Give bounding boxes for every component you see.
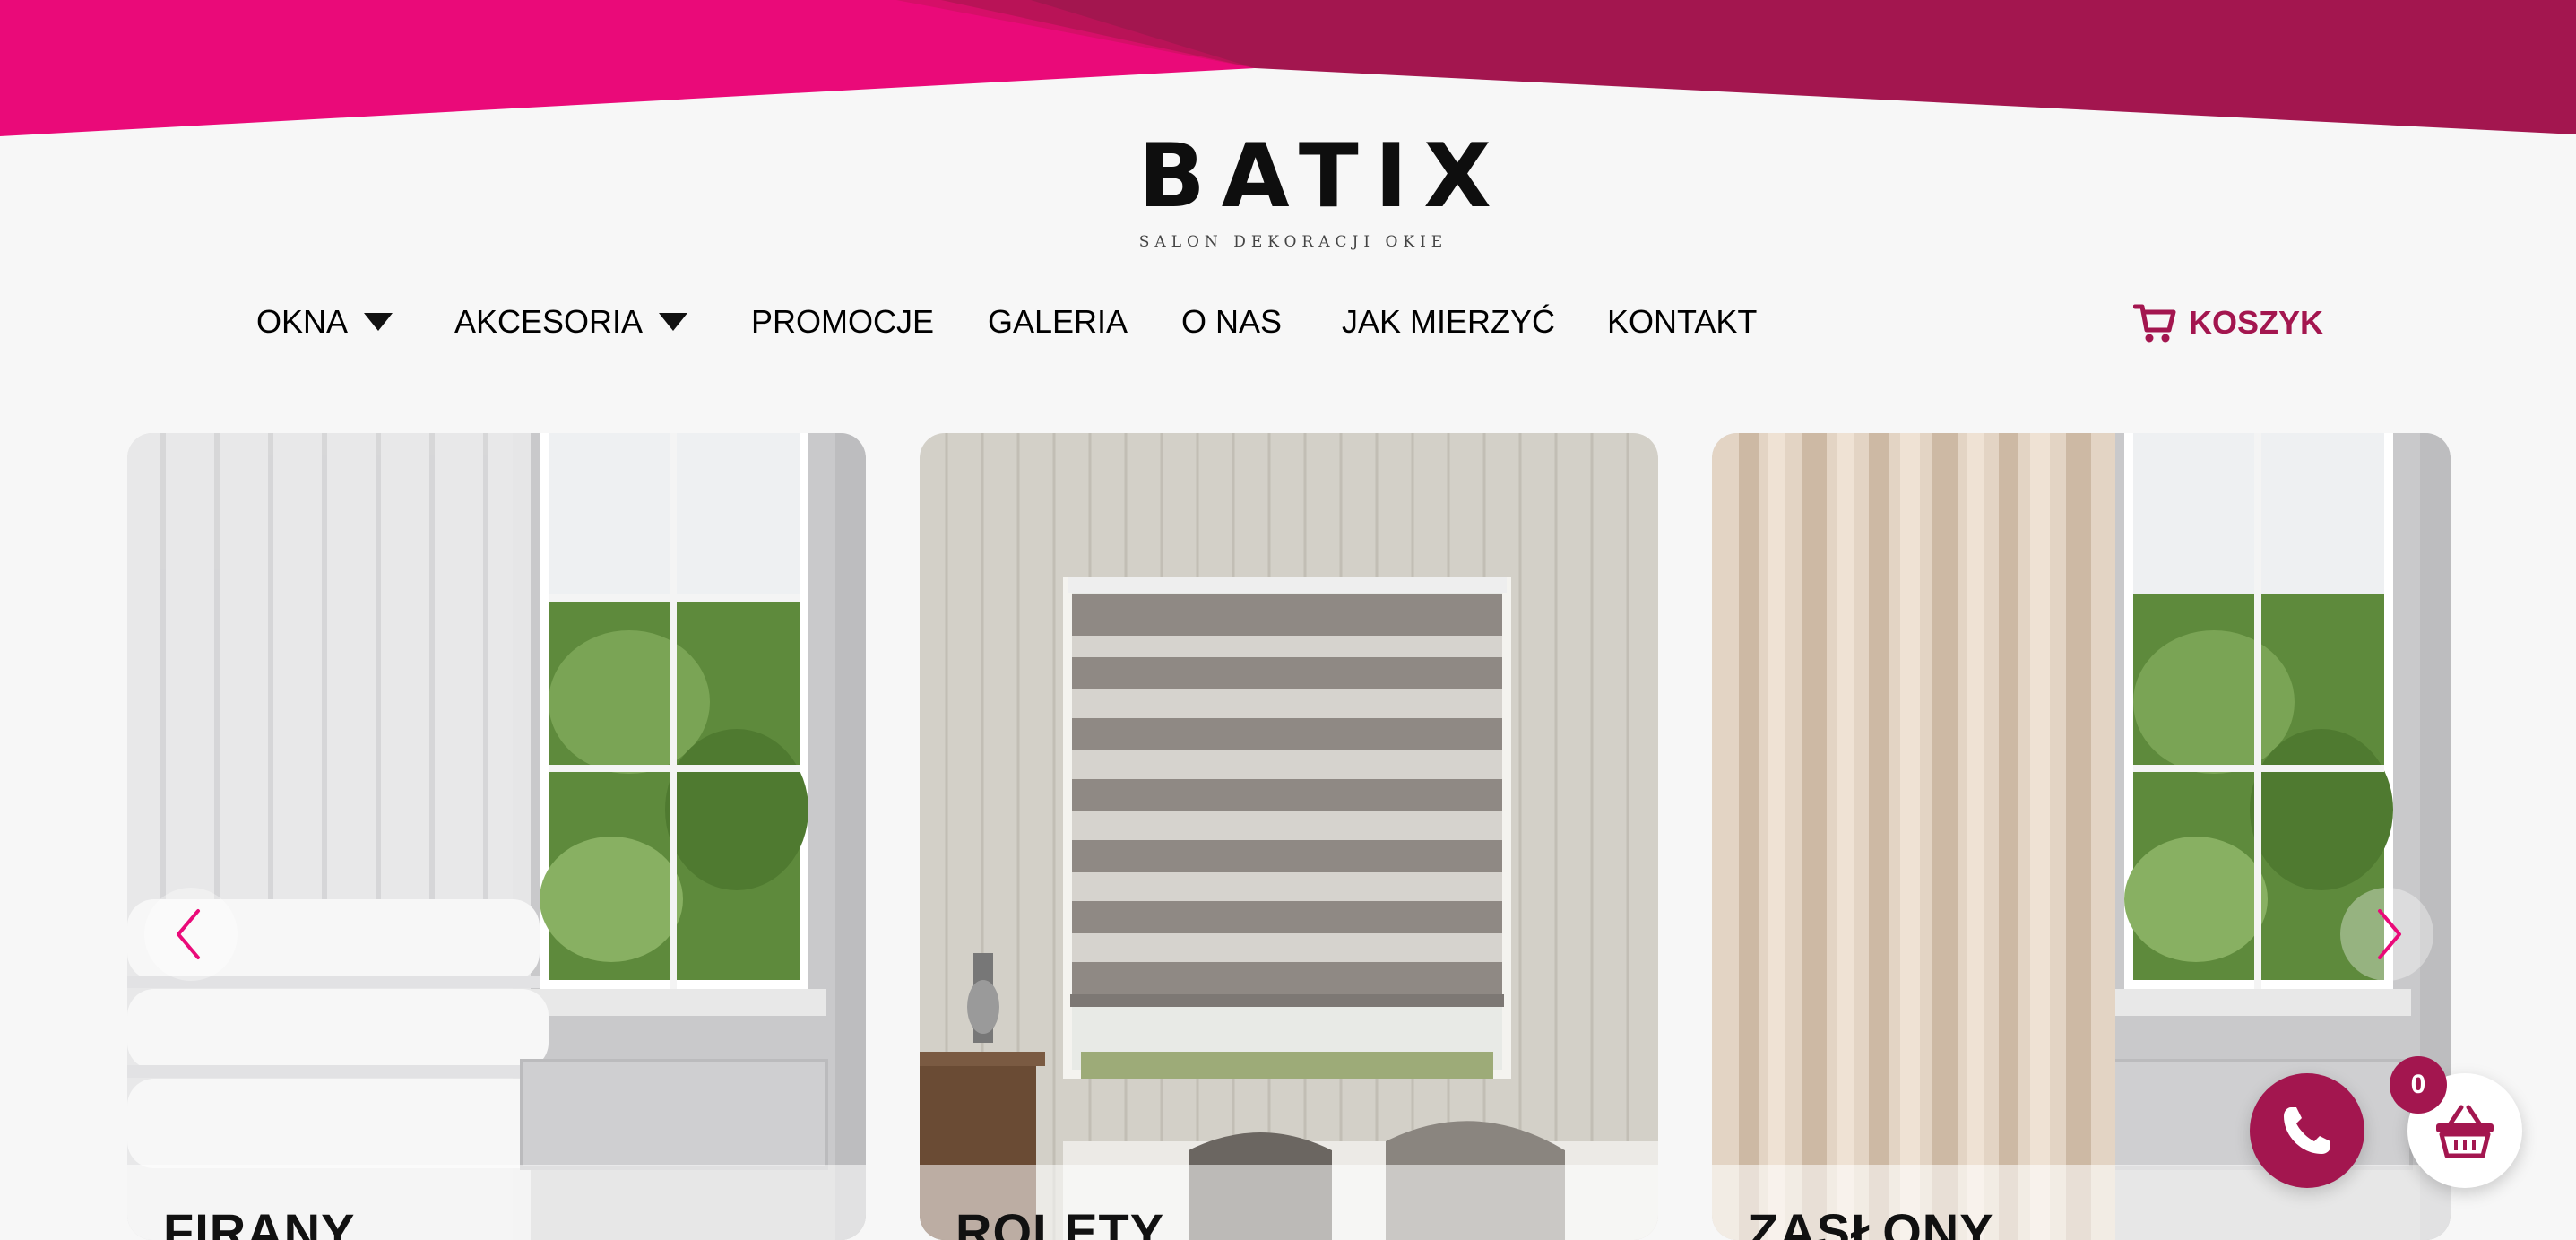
carousel-next-button[interactable]: [2340, 888, 2433, 981]
nav-item-label: PROMOCJE: [751, 303, 935, 340]
nav-item-akcesoria[interactable]: AKCESORIA: [454, 303, 688, 341]
caret-down-icon: [659, 313, 688, 331]
roller-blind-image: [920, 433, 1658, 1240]
cart-link[interactable]: KOSZYK: [2133, 301, 2323, 344]
chevron-left-icon: [177, 909, 200, 959]
chevron-right-icon: [2378, 909, 2401, 959]
nav-item-galeria[interactable]: GALERIA: [988, 303, 1128, 341]
logo-tagline: SALON DEKORACJI OKIE: [1138, 233, 1448, 251]
caret-down-icon: [364, 313, 393, 331]
nav-item-label: KONTAKT: [1607, 303, 1758, 340]
nav-item-label: AKCESORIA: [454, 303, 644, 340]
nav-item-label: OKNA: [256, 303, 349, 340]
nav-item-kontakt[interactable]: KONTAKT: [1607, 303, 1757, 341]
carousel-prev-button[interactable]: [144, 888, 238, 981]
nav-item-label: GALERIA: [988, 303, 1128, 340]
cart-label: KOSZYK: [2189, 304, 2324, 341]
sheer-curtain-image: [127, 433, 866, 1240]
phone-icon: [2284, 1107, 2330, 1154]
nav-item-promocje[interactable]: PROMOCJE: [751, 303, 934, 341]
category-card-rolety[interactable]: ROLETY: [920, 433, 1658, 1240]
nav-item-jak-mierzyc[interactable]: JAK MIERZYĆ: [1342, 303, 1555, 341]
basket-count-badge: 0: [2390, 1056, 2447, 1114]
nav-item-o-nas[interactable]: O NAS: [1181, 303, 1282, 341]
logo-wordmark: BATIX: [1138, 126, 1508, 228]
site-logo[interactable]: BATIX SALON DEKORACJI OKIE: [1138, 126, 1508, 251]
header-banner: [0, 0, 2576, 136]
card-title: ZASŁONY: [1748, 1203, 1994, 1240]
card-title: FIRANY: [163, 1203, 356, 1240]
card-title: ROLETY: [955, 1203, 1165, 1240]
call-button[interactable]: [2250, 1073, 2364, 1188]
nav-item-okna[interactable]: OKNA: [256, 303, 393, 341]
cart-icon: [2133, 304, 2176, 343]
nav-item-label: O NAS: [1181, 303, 1283, 340]
category-card-firany[interactable]: FIRANY: [127, 433, 866, 1240]
nav-item-label: JAK MIERZYĆ: [1342, 303, 1556, 340]
